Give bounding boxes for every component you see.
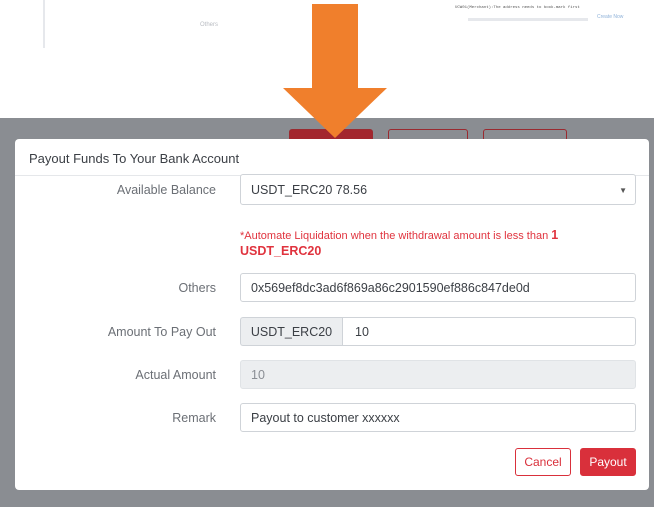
available-balance-select[interactable]: USDT_ERC20 78.56 ▼ — [240, 174, 636, 205]
background-divider — [43, 0, 45, 48]
background-others-label: Others — [200, 22, 219, 28]
arrow-down-icon — [283, 4, 387, 138]
remark-value: Payout to customer xxxxxx — [251, 410, 400, 425]
actual-amount-value: 10 — [251, 367, 265, 382]
background-create-link: Create Now — [597, 14, 624, 20]
remark-label: Remark — [172, 411, 216, 425]
actual-amount-label: Actual Amount — [135, 368, 216, 382]
amount-input[interactable]: 10 — [342, 317, 636, 346]
others-address-input[interactable]: 0x569ef8dc3ad6f869a86c2901590ef886c847de… — [240, 273, 636, 302]
notice-text: *Automate Liquidation when the withdrawa… — [240, 230, 552, 242]
liquidation-notice: *Automate Liquidation when the withdrawa… — [240, 227, 636, 259]
notice-amount: 1 — [551, 228, 559, 242]
available-balance-value: USDT_ERC20 78.56 — [251, 182, 368, 197]
amount-to-pay-out-label: Amount To Pay Out — [107, 325, 216, 339]
amount-input-group: USDT_ERC20 10 — [240, 317, 636, 346]
currency-addon: USDT_ERC20 — [240, 317, 342, 346]
notice-coin: USDT_ERC20 — [240, 244, 322, 258]
others-address-value: 0x569ef8dc3ad6f869a86c2901590ef886c847de… — [251, 280, 530, 295]
payout-button[interactable]: Payout — [580, 448, 636, 476]
others-label: Others — [178, 281, 216, 295]
remark-input[interactable]: Payout to customer xxxxxx — [240, 403, 636, 432]
modal-title: Payout Funds To Your Bank Account — [29, 151, 240, 166]
available-balance-label: Available Balance — [116, 183, 216, 197]
background-input — [468, 18, 588, 21]
payout-modal: Payout Funds To Your Bank Account Availa… — [15, 139, 649, 490]
cancel-button[interactable]: Cancel — [515, 448, 571, 476]
background-note: UCW01(Merchant):The address needs to boo… — [455, 6, 580, 10]
amount-value: 10 — [355, 324, 369, 339]
actual-amount-field: 10 — [240, 360, 636, 389]
caret-down-icon: ▼ — [619, 186, 627, 195]
